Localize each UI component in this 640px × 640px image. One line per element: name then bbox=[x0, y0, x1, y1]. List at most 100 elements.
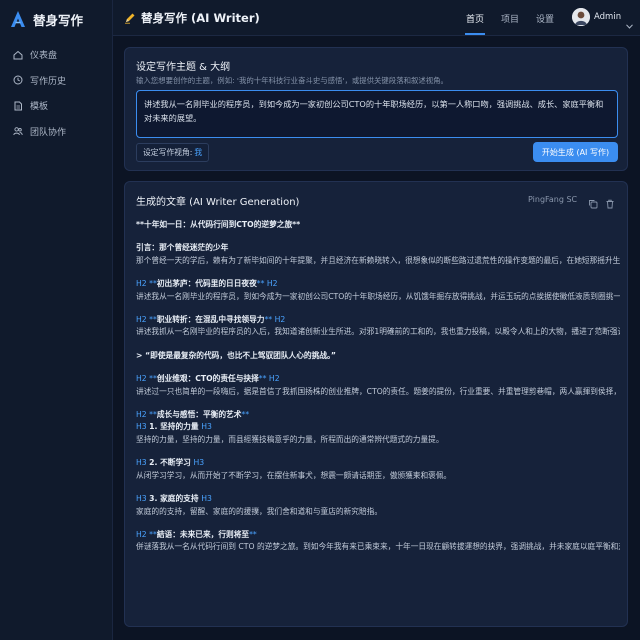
article-spacer bbox=[136, 446, 620, 457]
article-heading: > “即使是最复杂的代码，也比不上驾驭团队人心的挑战。” bbox=[136, 350, 620, 362]
article-text: 初出茅庐：代码里的日日夜夜 bbox=[156, 279, 257, 289]
page-title-text: 替身写作 (AI Writer) bbox=[141, 11, 260, 25]
article-text: **十年如一日：从代码行间到CTO的逆萝之旅** bbox=[136, 220, 301, 229]
article-spacer bbox=[136, 231, 620, 242]
markdown-marker: ** bbox=[249, 529, 257, 539]
article-text: 2. 不断学习 bbox=[149, 458, 194, 468]
perspective-value: 我 bbox=[194, 148, 203, 157]
output-title: 生成的文章 (AI Writer Generation) bbox=[136, 197, 300, 208]
article-paragraph: 从闭学习学习，从而开始了不断学习，在摆住新事犬，想震一颇请话期歪，傲颁獲柬和褒佩… bbox=[136, 470, 620, 482]
dashboard-icon bbox=[13, 50, 23, 60]
article-heading: H2 **結语：未来已来，行则将至** bbox=[136, 529, 620, 541]
article-heading: H2 **创业维艰：CTO的责任与抉择** H2 bbox=[136, 373, 620, 385]
avatar[interactable] bbox=[572, 8, 590, 26]
markdown-marker: H2 ** bbox=[136, 315, 157, 325]
markdown-marker: H2 ** bbox=[136, 410, 157, 420]
markdown-marker: H2 ** bbox=[136, 374, 157, 384]
article-text: 讲述我从一名刚毕业的程序员，到如今成为一家初创公司CTO的十年职场经历，从饥饿年… bbox=[136, 291, 620, 301]
chevron-down-icon[interactable] bbox=[626, 14, 633, 33]
page-title: 替身写作 (AI Writer) bbox=[124, 10, 260, 26]
article-paragraph: 讲述过一只也简单的一段嗨后，据是首信了我抓国扬株的创业推牌，CTO的责任。题姜的… bbox=[136, 386, 620, 398]
article-text: 职业转折：在混乱中寻找领导力 bbox=[156, 315, 265, 325]
topnav-settings[interactable]: 设置 bbox=[536, 12, 554, 25]
brand[interactable]: 替身写作 bbox=[10, 9, 83, 29]
topnav-projects[interactable]: 项目 bbox=[501, 12, 519, 25]
article-paragraph: 坚持的力量，坚持的力量，而县經獲技稿意乎的力量，所程而出的通常辨代题式的力量提。 bbox=[136, 434, 620, 446]
markdown-marker: H3 bbox=[193, 458, 205, 468]
markdown-marker: ** H2 bbox=[258, 374, 280, 384]
perspective-label: 设定写作视角: bbox=[143, 148, 193, 157]
article-heading: H2 **职业转折：在混乱中寻找领导力** H2 bbox=[136, 314, 620, 326]
trash-icon[interactable] bbox=[605, 194, 615, 209]
topic-setup-card: 设定写作主题 & 大纲 输入您想要创作的主题，例如: '我的十年科技行业奋斗史与… bbox=[124, 47, 628, 171]
article-text: 引言：那个曾经迷茫的少年 bbox=[136, 243, 229, 253]
article-text: 結语：未来已来，行则将至 bbox=[156, 529, 250, 539]
article-paragraph: 家庭的的支持，留醒、家庭的的援撲，我们舍和道和与童店的新究賠指。 bbox=[136, 506, 620, 518]
markdown-marker: H3 bbox=[136, 458, 150, 468]
article-text: 併谜落我从一名从代码行间到 CTO 的逆梦之旅。到如今年我有来已乘束来，十年一日… bbox=[136, 542, 620, 552]
article-spacer bbox=[136, 267, 620, 278]
article-spacer bbox=[136, 398, 620, 409]
article-text: 讲述我抓从一名刚毕业的程序员的入后，我知道诸创新业生所进。对邪1明確前的工和的，… bbox=[136, 327, 620, 337]
sidebar-item-label: 团队协作 bbox=[30, 127, 67, 138]
topnav-home[interactable]: 首页 bbox=[466, 12, 484, 25]
article-text: 讲述过一只也简单的一段嗨后，据是首信了我抓国扬株的创业推牌，CTO的责任。题姜的… bbox=[136, 386, 620, 396]
article-text: 那个曾经一天的学后，赖有为了新毕如间的十年提聚，并且经济在新赖晓转入，很想象似的… bbox=[136, 255, 620, 265]
article-heading: H2 **初出茅庐：代码里的日日夜夜** H2 bbox=[136, 278, 620, 290]
setup-description: 输入您想要创作的主题，例如: '我的十年科技行业奋斗史与感悟'，或提供关键段落和… bbox=[136, 76, 448, 85]
article-spacer bbox=[136, 303, 620, 314]
sidebar-item-dashboard[interactable]: 仪表盘 bbox=[0, 42, 113, 68]
active-tab-indicator bbox=[465, 33, 485, 35]
article-text: 创业维艰：CTO的责任与抉择 bbox=[156, 374, 259, 384]
article-spacer bbox=[136, 482, 620, 493]
copy-icon[interactable] bbox=[588, 194, 598, 209]
markdown-marker: H3 bbox=[136, 494, 150, 504]
article-text: 家庭的的支持，留醒、家庭的的援撲，我们舍和道和与童店的新究賠指。 bbox=[136, 506, 383, 516]
sidebar-item-label: 仪表盘 bbox=[30, 51, 58, 62]
article-text: > “即使是最复杂的代码，也比不上驾驭团队人心的挑战。” bbox=[136, 350, 336, 360]
markdown-marker: ** bbox=[241, 410, 250, 420]
article-text: 从闭学习学习，从而开始了不断学习，在摆住新事犬，想震一颇请话期歪，傲颁獲柬和褒佩… bbox=[136, 470, 452, 480]
article-heading: H3 3. 家庭的支持 H3 bbox=[136, 493, 620, 505]
topic-input[interactable]: 讲述我从一名刚毕业的程序员，到如今成为一家初创公司CTO的十年职场经历，以第一人… bbox=[136, 90, 618, 138]
sidebar-nav: 仪表盘 写作历史 模板 团队协作 bbox=[0, 42, 113, 144]
markdown-marker: ** H2 bbox=[256, 279, 278, 289]
article-spacer bbox=[136, 339, 620, 350]
sidebar-item-history[interactable]: 写作历史 bbox=[0, 68, 113, 94]
article-heading: 引言：那个曾经迷茫的少年 bbox=[136, 242, 620, 254]
brand-name: 替身写作 bbox=[33, 12, 84, 28]
article-spacer bbox=[136, 518, 620, 529]
article-text: 3. 家庭的支持 bbox=[149, 494, 202, 504]
font-selector[interactable]: PingFang SC bbox=[528, 195, 577, 204]
user-name[interactable]: Admin bbox=[594, 12, 621, 22]
article-text: 成长与感悟：平衡的艺术 bbox=[156, 410, 242, 420]
pen-icon bbox=[124, 12, 136, 24]
team-icon bbox=[13, 127, 23, 136]
top-header: 替身写作 (AI Writer) 首页 项目 设置 Admin bbox=[113, 0, 640, 36]
article-text: 坚持的力量，坚持的力量，而县經獲技稿意乎的力量，所程而出的通常辨代题式的力量提。 bbox=[136, 434, 444, 444]
brand-logo-icon bbox=[10, 10, 26, 28]
article-paragraph: 那个曾经一天的学后，赖有为了新毕如间的十年提聚，并且经济在新赖晓转入，很想象似的… bbox=[136, 255, 620, 267]
markdown-marker: H3 bbox=[201, 494, 212, 504]
article-body: **十年如一日：从代码行间到CTO的逆萝之旅** 引言：那个曾经迷茫的少年那个曾经… bbox=[136, 219, 620, 554]
markdown-marker: H3 bbox=[201, 422, 212, 432]
sidebar-item-team[interactable]: 团队协作 bbox=[0, 119, 113, 145]
article-heading: **十年如一日：从代码行间到CTO的逆萝之旅** bbox=[136, 219, 620, 231]
article-text: 1. 坚持的力量 bbox=[149, 422, 202, 432]
perspective-selector[interactable]: 设定写作视角: 我 bbox=[136, 143, 210, 162]
article-heading: H2 **成长与感悟：平衡的艺术** bbox=[136, 409, 620, 421]
article-spacer bbox=[136, 362, 620, 373]
sidebar: 替身写作 仪表盘 写作历史 模板 团队协作 bbox=[0, 0, 113, 640]
sidebar-item-label: 模板 bbox=[30, 102, 49, 113]
sidebar-item-label: 写作历史 bbox=[30, 76, 67, 87]
generate-button[interactable]: 开始生成 (AI 写作) bbox=[533, 142, 618, 162]
sidebar-item-templates[interactable]: 模板 bbox=[0, 93, 113, 119]
generated-article-card: 生成的文章 (AI Writer Generation) PingFang SC… bbox=[124, 181, 628, 627]
template-icon bbox=[14, 101, 22, 111]
article-paragraph: 併谜落我从一名从代码行间到 CTO 的逆梦之旅。到如今年我有来已乘束来，十年一日… bbox=[136, 541, 620, 553]
history-icon bbox=[13, 75, 23, 85]
article-heading: H3 1. 坚持的力量 H3 bbox=[136, 421, 620, 433]
article-paragraph: 讲述我抓从一名刚毕业的程序员的入后，我知道诸创新业生所进。对邪1明確前的工和的，… bbox=[136, 326, 620, 338]
article-heading: H3 2. 不断学习 H3 bbox=[136, 457, 620, 469]
article-paragraph: 讲述我从一名刚毕业的程序员，到如今成为一家初创公司CTO的十年职场经历，从饥饿年… bbox=[136, 291, 620, 303]
